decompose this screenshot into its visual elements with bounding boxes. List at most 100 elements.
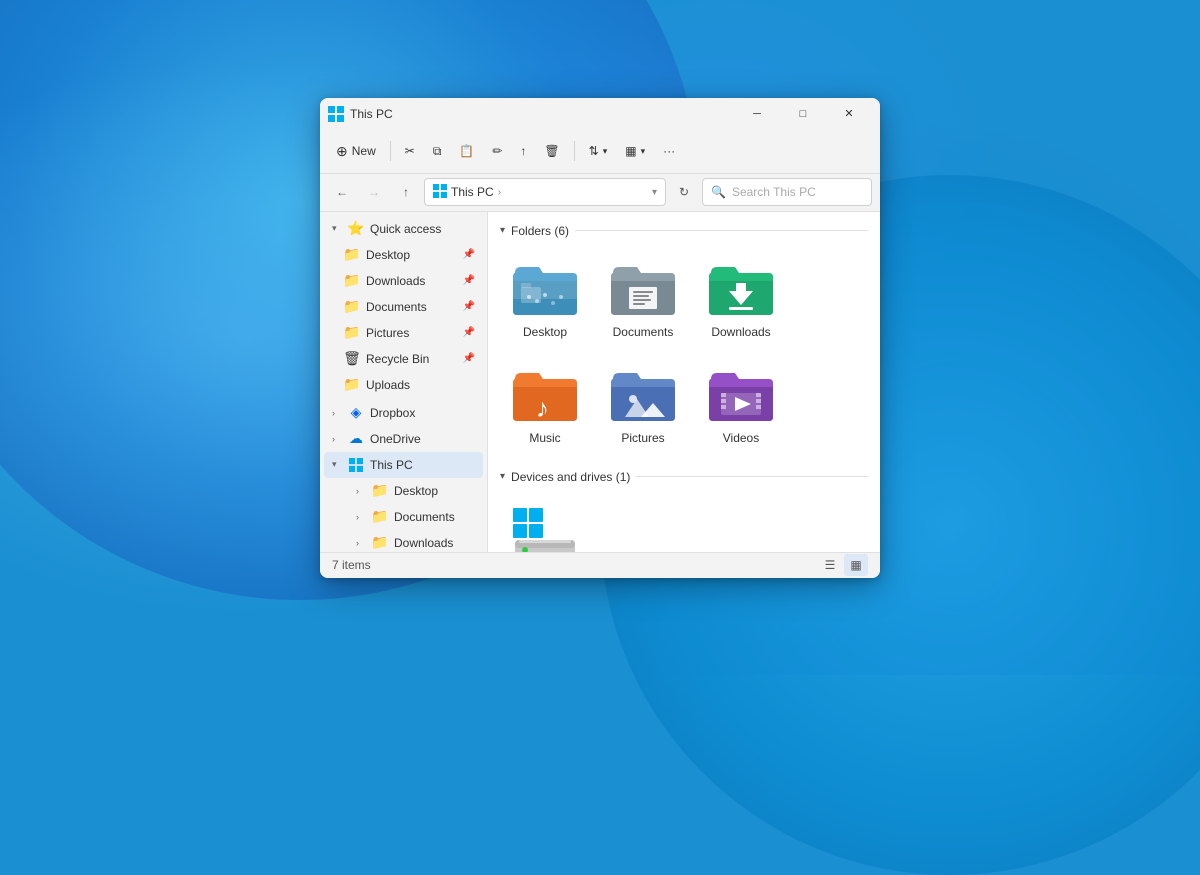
- list-view-button[interactable]: ☰: [818, 554, 842, 576]
- title-bar-left: This PC: [328, 106, 393, 122]
- desktop-label: Desktop: [366, 248, 410, 262]
- sidebar-item-recycle-bin[interactable]: 🗑 Recycle Bin 📌: [324, 346, 483, 372]
- sidebar-item-downloads[interactable]: 📁 Downloads 📌: [324, 268, 483, 294]
- paste-icon: 📋: [459, 144, 474, 158]
- sidebar-item-documents[interactable]: 📁 Documents 📌: [324, 294, 483, 320]
- devices-section-title: Devices and drives (1): [511, 470, 630, 484]
- folder-item-documents[interactable]: Documents: [598, 250, 688, 348]
- new-button[interactable]: ⊕ New: [328, 135, 384, 167]
- pin-icon-3: 📌: [463, 301, 475, 312]
- pictures-label: Pictures: [366, 326, 409, 340]
- path-chevron: ›: [498, 187, 501, 198]
- sort-icon: ⇅: [589, 144, 599, 158]
- pin-icon-2: 📌: [463, 275, 475, 286]
- window-icon: [328, 106, 344, 122]
- dropbox-icon: ◈: [348, 405, 364, 421]
- back-button[interactable]: ←: [328, 178, 356, 206]
- rename-icon: ✏: [492, 144, 502, 158]
- toolbar-divider-2: [574, 141, 575, 161]
- downloads-folder-icon: 📁: [344, 273, 360, 289]
- drive-item-c[interactable]: Geekdrive (C:): [500, 496, 590, 552]
- sidebar-item-desktop-sub[interactable]: › 📁 Desktop: [324, 478, 483, 504]
- devices-grid: Geekdrive (C:): [500, 496, 868, 552]
- folder-item-pictures[interactable]: Pictures: [598, 356, 688, 454]
- search-icon: 🔍: [711, 185, 726, 199]
- sidebar: ▾ ⭐ Quick access 📁 Desktop 📌 📁 Downloads…: [320, 212, 488, 552]
- share-icon: ↑: [520, 144, 526, 158]
- maximize-button[interactable]: □: [780, 98, 826, 130]
- pin-icon-5: 📌: [463, 353, 475, 364]
- title-bar-controls: ─ □ ✕: [734, 98, 872, 130]
- sidebar-item-this-pc[interactable]: ▾ This PC: [324, 452, 483, 478]
- search-placeholder: Search This PC: [732, 185, 816, 199]
- sidebar-item-pictures[interactable]: 📁 Pictures 📌: [324, 320, 483, 346]
- documents-folder-icon-wrap: [607, 259, 679, 319]
- sidebar-item-desktop[interactable]: 📁 Desktop 📌: [324, 242, 483, 268]
- new-icon: ⊕: [336, 143, 348, 160]
- folder-item-downloads[interactable]: Downloads: [696, 250, 786, 348]
- status-bar: 7 items ☰ ▦: [320, 552, 880, 578]
- sidebar-item-downloads-sub[interactable]: › 📁 Downloads: [324, 530, 483, 552]
- up-button[interactable]: ↑: [392, 178, 420, 206]
- devices-chevron[interactable]: ▾: [500, 471, 505, 482]
- sidebar-item-quick-access[interactable]: ▾ ⭐ Quick access: [324, 216, 483, 242]
- paste-button[interactable]: 📋: [451, 135, 482, 167]
- path-pc-icon: [433, 184, 447, 201]
- chevron-right-icon: ›: [332, 408, 342, 418]
- sidebar-item-dropbox[interactable]: › ◈ Dropbox: [324, 400, 483, 426]
- path-text: This PC: [451, 185, 494, 199]
- downloads-sub-icon: 📁: [372, 535, 388, 551]
- pictures-folder-icon: 📁: [344, 325, 360, 341]
- delete-icon: 🗑: [544, 144, 559, 158]
- view-chevron: ▾: [641, 146, 646, 157]
- view-icon: ▦: [625, 144, 636, 158]
- folder-item-videos[interactable]: Videos: [696, 356, 786, 454]
- view-button[interactable]: ▦ ▾: [617, 135, 653, 167]
- folders-section-header: ▾ Folders (6): [500, 224, 868, 238]
- this-pc-label: This PC: [370, 458, 413, 472]
- folders-section-title: Folders (6): [511, 224, 569, 238]
- chevron-right-icon-3: ›: [356, 486, 366, 496]
- folder-item-music[interactable]: ♪ Music: [500, 356, 590, 454]
- share-button[interactable]: ↑: [512, 135, 534, 167]
- cut-icon: ✂: [405, 144, 415, 158]
- folders-chevron[interactable]: ▾: [500, 225, 505, 236]
- svg-text:♪: ♪: [536, 393, 549, 423]
- window-title: This PC: [350, 107, 393, 121]
- minimize-button[interactable]: ─: [734, 98, 780, 130]
- documents-label: Documents: [366, 300, 427, 314]
- desktop-sub-icon: 📁: [372, 483, 388, 499]
- pictures-folder-icon-wrap: [607, 365, 679, 425]
- sidebar-item-onedrive[interactable]: › ☁ OneDrive: [324, 426, 483, 452]
- folder-item-desktop[interactable]: Desktop: [500, 250, 590, 348]
- sidebar-item-documents-sub[interactable]: › 📁 Documents: [324, 504, 483, 530]
- view-toggle-buttons: ☰ ▦: [818, 554, 868, 576]
- more-button[interactable]: ···: [655, 135, 683, 167]
- chevron-down-icon: ▾: [332, 223, 342, 234]
- address-path[interactable]: This PC › ▾: [424, 178, 666, 206]
- new-label: New: [352, 144, 376, 158]
- delete-button[interactable]: 🗑: [536, 135, 567, 167]
- search-box[interactable]: 🔍 Search This PC: [702, 178, 872, 206]
- close-button[interactable]: ✕: [826, 98, 872, 130]
- documents-sub-icon: 📁: [372, 509, 388, 525]
- quick-access-icon: ⭐: [348, 221, 364, 237]
- pictures-folder-label: Pictures: [621, 431, 664, 445]
- desktop-folder-icon-wrap: [509, 259, 581, 319]
- grid-view-button[interactable]: ▦: [844, 554, 868, 576]
- this-pc-icon: [348, 457, 364, 473]
- sidebar-item-uploads[interactable]: 📁 Uploads: [324, 372, 483, 398]
- downloads-label: Downloads: [366, 274, 425, 288]
- copy-button[interactable]: ⧉: [425, 135, 450, 167]
- refresh-button[interactable]: ↻: [670, 178, 698, 206]
- desktop-folder-label: Desktop: [523, 325, 567, 339]
- music-folder-icon-wrap: ♪: [509, 365, 581, 425]
- recycle-bin-label: Recycle Bin: [366, 352, 429, 366]
- pin-icon-4: 📌: [463, 327, 475, 338]
- quick-access-label: Quick access: [370, 222, 441, 236]
- devices-section-header: ▾ Devices and drives (1): [500, 470, 868, 484]
- cut-button[interactable]: ✂: [397, 135, 423, 167]
- rename-button[interactable]: ✏: [484, 135, 510, 167]
- sort-button[interactable]: ⇅ ▾: [581, 135, 616, 167]
- forward-button[interactable]: →: [360, 178, 388, 206]
